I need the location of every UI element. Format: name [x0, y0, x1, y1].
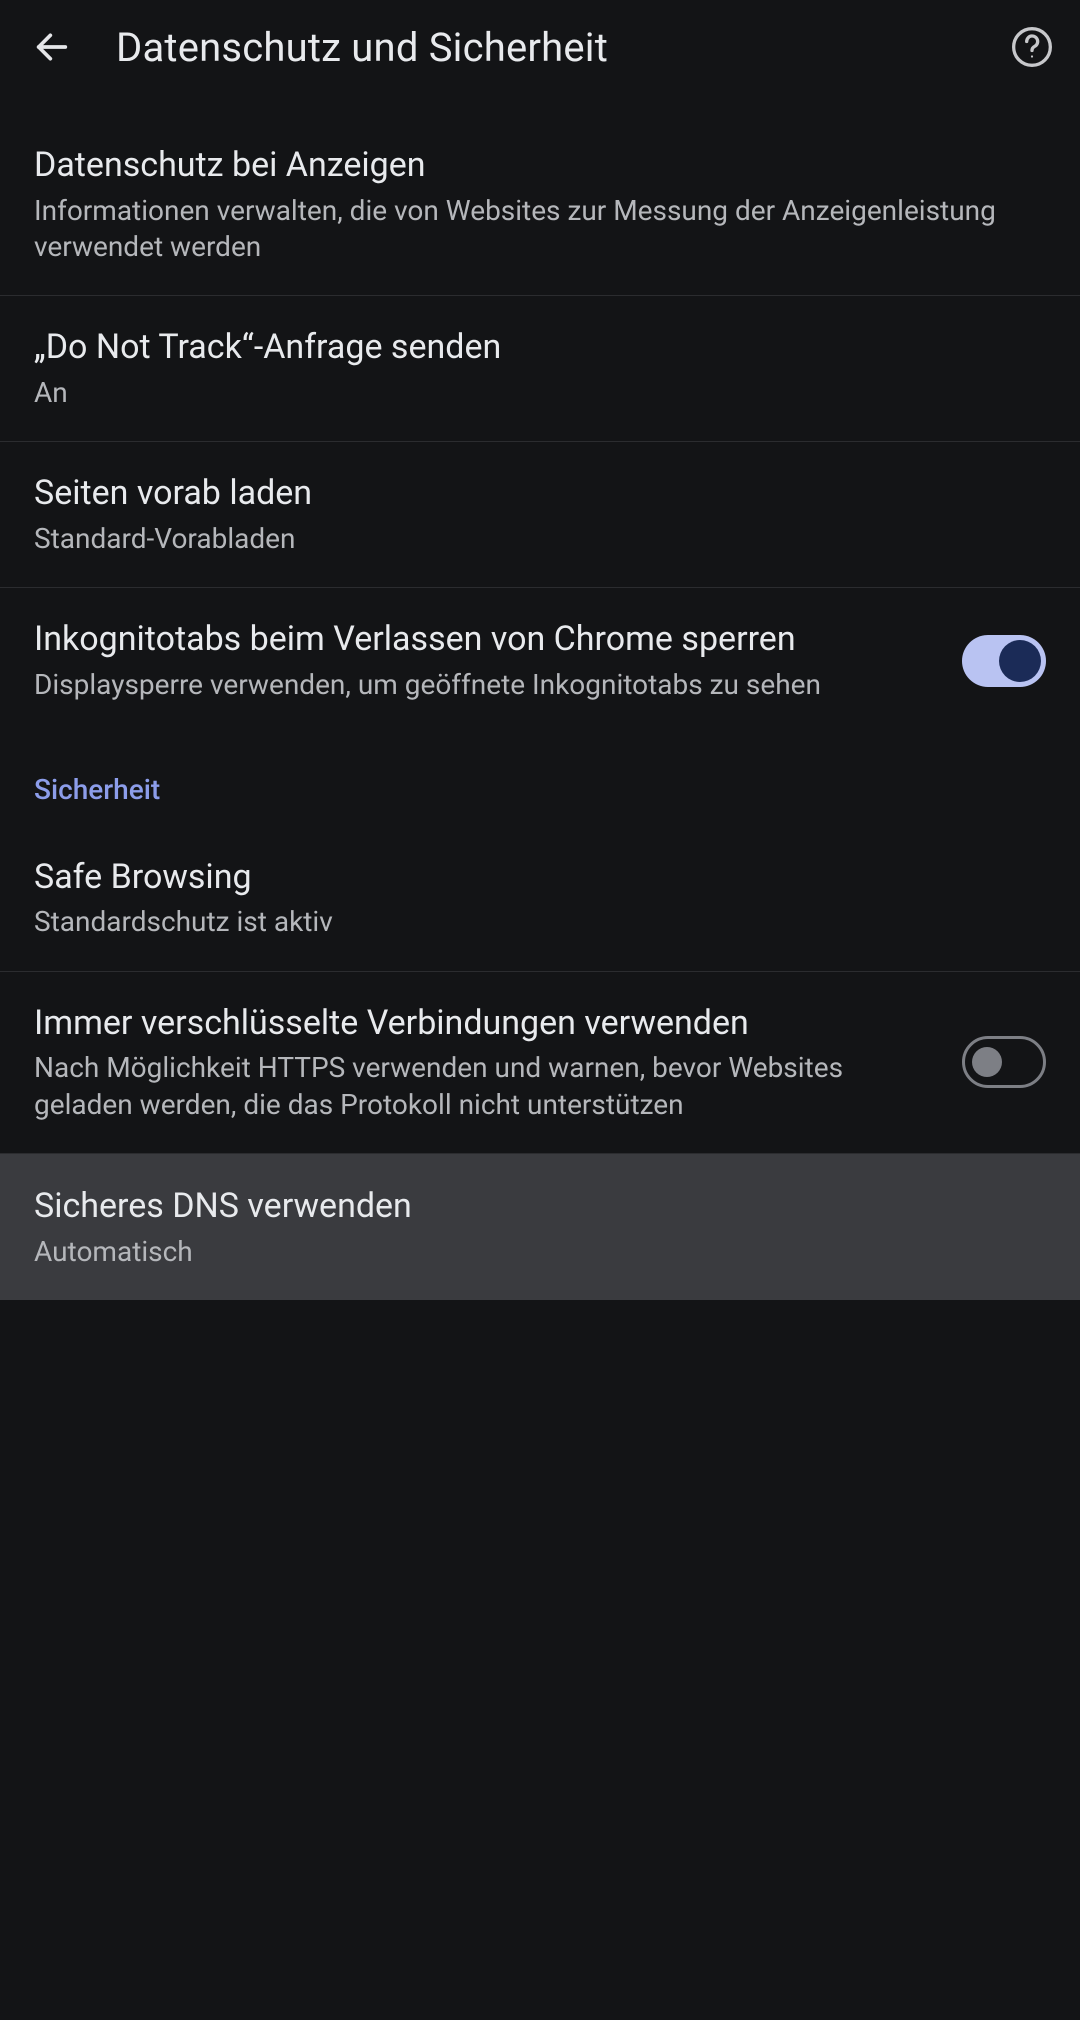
help-button[interactable] — [1008, 23, 1056, 71]
toggle-thumb — [999, 640, 1041, 682]
row-lock-incognito[interactable]: Inkognitotabs beim Verlassen von Chrome … — [0, 588, 1080, 733]
row-title: Inkognitotabs beim Verlassen von Chrome … — [34, 618, 938, 661]
settings-list: Datenschutz bei Anzeigen Informationen v… — [0, 94, 1080, 1300]
row-sub: An — [34, 375, 1022, 411]
row-https[interactable]: Immer verschlüsselte Verbindungen verwen… — [0, 972, 1080, 1154]
row-ad-privacy[interactable]: Datenschutz bei Anzeigen Informationen v… — [0, 94, 1080, 296]
toggle-https[interactable] — [962, 1036, 1046, 1088]
row-secure-dns[interactable]: Sicheres DNS verwenden Automatisch — [0, 1154, 1080, 1300]
row-sub: Nach Möglichkeit HTTPS verwenden und war… — [34, 1050, 938, 1123]
back-button[interactable] — [28, 23, 76, 71]
row-title: Safe Browsing — [34, 856, 1022, 899]
row-title: „Do Not Track“-Anfrage senden — [34, 326, 1022, 369]
row-safe-browsing[interactable]: Safe Browsing Standardschutz ist aktiv — [0, 826, 1080, 972]
row-sub: Displaysperre verwenden, um geöffnete In… — [34, 667, 938, 703]
row-sub: Informationen verwalten, die von Website… — [34, 193, 1022, 266]
row-title: Sicheres DNS verwenden — [34, 1185, 1022, 1228]
row-sub: Automatisch — [34, 1234, 1022, 1270]
section-header-security: Sicherheit — [0, 733, 1080, 826]
row-preload[interactable]: Seiten vorab laden Standard-Vorabladen — [0, 442, 1080, 588]
row-text: „Do Not Track“-Anfrage senden An — [34, 326, 1046, 411]
toggle-lock-incognito[interactable] — [962, 635, 1046, 687]
page-title: Datenschutz und Sicherheit — [116, 24, 968, 71]
row-text: Immer verschlüsselte Verbindungen verwen… — [34, 1002, 962, 1123]
row-title: Datenschutz bei Anzeigen — [34, 144, 1022, 187]
row-text: Safe Browsing Standardschutz ist aktiv — [34, 856, 1046, 941]
row-text: Seiten vorab laden Standard-Vorabladen — [34, 472, 1046, 557]
row-title: Seiten vorab laden — [34, 472, 1022, 515]
app-header: Datenschutz und Sicherheit — [0, 0, 1080, 94]
row-text: Sicheres DNS verwenden Automatisch — [34, 1185, 1046, 1270]
row-text: Datenschutz bei Anzeigen Informationen v… — [34, 144, 1046, 265]
row-title: Immer verschlüsselte Verbindungen verwen… — [34, 1002, 938, 1045]
row-do-not-track[interactable]: „Do Not Track“-Anfrage senden An — [0, 296, 1080, 442]
help-icon — [1010, 25, 1054, 69]
row-sub: Standard-Vorabladen — [34, 521, 1022, 557]
row-text: Inkognitotabs beim Verlassen von Chrome … — [34, 618, 962, 703]
arrow-left-icon — [32, 27, 72, 67]
row-sub: Standardschutz ist aktiv — [34, 904, 1022, 940]
